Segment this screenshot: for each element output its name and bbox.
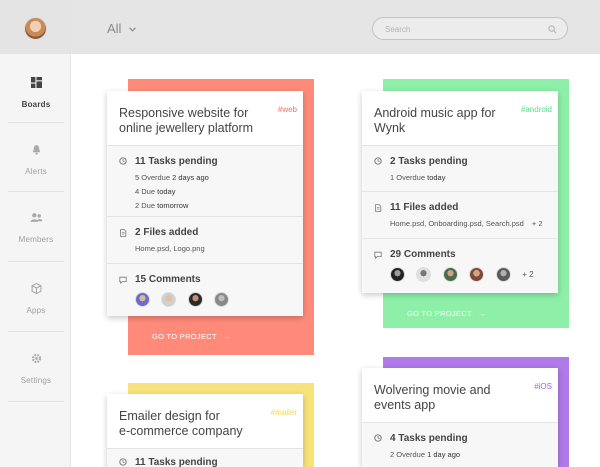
avatar[interactable] (442, 267, 458, 283)
due-today-line: 4 Due today (135, 187, 176, 196)
sidebar-item-boards[interactable]: Boards (8, 77, 64, 112)
comment-icon (374, 251, 382, 259)
avatar[interactable] (214, 292, 230, 308)
comments-section: 15 Comments (107, 264, 303, 315)
overdue-line: 2 Overdue 1 day ago (390, 450, 461, 459)
divider (8, 191, 64, 192)
tasks-pending: 2 Tasks pending (390, 156, 468, 167)
cube-icon (31, 283, 41, 294)
card-title: Responsive website for online jewellery p… (119, 106, 254, 135)
overdue-line: 1 Overdue today (390, 173, 446, 182)
file-names[interactable]: Home.psd, Onboarding.psd, Search.psd + 2 (390, 219, 543, 228)
members-icon (30, 213, 42, 222)
tasks-pending: 11 Tasks pending (135, 457, 218, 467)
sidebar-item-alerts[interactable]: Alerts (8, 144, 64, 179)
filter-label: All (107, 21, 122, 36)
avatar[interactable] (469, 267, 485, 283)
file-icon (120, 229, 127, 237)
avatar[interactable] (416, 267, 432, 283)
files-added: 11 Files added (390, 202, 459, 213)
tasks-pending: 11 Tasks pending (135, 156, 218, 167)
search-box (372, 17, 568, 40)
sidebar-item-apps[interactable]: Apps (8, 283, 64, 318)
card-header: Wolvering movie and events app #iOS (362, 368, 558, 423)
tasks-section: 4 Tasks pending 2 Overdue 1 day ago (362, 423, 558, 467)
file-icon (375, 204, 382, 212)
tasks-section: 11 Tasks pending 5 Overdue 2 days ago 4 … (107, 146, 303, 217)
avatar[interactable] (390, 267, 405, 283)
card-title: Android music app for Wynk (374, 106, 496, 135)
commenter-avatars: + 2 (390, 266, 534, 284)
divider (8, 401, 64, 402)
commenter-avatars (135, 291, 236, 309)
files-section: 11 Files added Home.psd, Onboarding.psd,… (362, 192, 558, 239)
go-to-project-button[interactable]: GO TO PROJECT → (407, 309, 486, 318)
more-files[interactable]: + 2 (532, 219, 543, 228)
filter-dropdown[interactable]: All (107, 21, 137, 36)
search-input[interactable] (385, 22, 535, 36)
card-header: Responsive website for online jewellery p… (107, 91, 303, 146)
clock-icon (119, 157, 127, 165)
files-added: 2 Files added (135, 227, 199, 238)
tasks-section: 2 Tasks pending 1 Overdue today (362, 146, 558, 192)
project-card-ios[interactable]: Wolvering movie and events app #iOS 4 Tas… (362, 368, 558, 467)
sidebar-item-label: Boards (21, 100, 51, 109)
avatar[interactable] (161, 292, 177, 308)
chevron-down-icon (129, 27, 137, 32)
tasks-pending: 4 Tasks pending (390, 433, 468, 444)
project-card-web[interactable]: Responsive website for online jewellery p… (107, 91, 303, 316)
due-tomorrow-line: 2 Due tomorrow (135, 201, 189, 210)
tasks-section: 11 Tasks pending (107, 449, 303, 467)
avatar[interactable] (495, 267, 511, 283)
gear-icon (31, 353, 41, 364)
user-avatar[interactable] (24, 17, 47, 40)
arrow-right-icon: → (477, 309, 486, 318)
avatar[interactable] (135, 292, 150, 308)
divider (8, 331, 64, 332)
project-card-android[interactable]: Android music app for Wynk #android 2 Tas… (362, 91, 558, 293)
comment-icon (119, 276, 127, 284)
sidebar-item-settings[interactable]: Settings (8, 353, 64, 388)
project-card-mailer[interactable]: Emailer design for e-commerce company #ma… (107, 394, 303, 467)
divider (8, 122, 64, 123)
file-names[interactable]: Home.psd, Logo.png (135, 244, 205, 253)
clock-icon (374, 434, 382, 442)
more-commenters[interactable]: + 2 (522, 270, 533, 279)
clock-icon (374, 157, 382, 165)
card-title: Emailer design for e-commerce company (119, 409, 243, 438)
avatar[interactable] (187, 292, 203, 308)
project-tag[interactable]: #mailer (271, 408, 297, 417)
top-bar: All (71, 0, 600, 54)
arrow-right-icon: → (222, 332, 231, 341)
comments-count: 15 Comments (135, 274, 201, 285)
sidebar-item-label: Apps (26, 306, 46, 315)
card-title: Wolvering movie and events app (374, 383, 491, 412)
comments-section: 29 Comments + 2 (362, 239, 558, 292)
project-tag[interactable]: #web (278, 105, 297, 114)
overdue-line: 5 Overdue 2 days ago (135, 173, 209, 182)
bell-icon (32, 145, 40, 155)
card-header: Android music app for Wynk #android (362, 91, 558, 146)
sidebar-item-label: Settings (20, 376, 52, 385)
sidebar: Boards Alerts Members Apps Settings (0, 0, 71, 467)
profile-area (0, 0, 71, 54)
boards-icon (30, 77, 42, 88)
comments-count: 29 Comments (390, 249, 456, 260)
files-section: 2 Files added Home.psd, Logo.png (107, 217, 303, 264)
project-tag[interactable]: #android (521, 105, 552, 114)
go-to-project-button[interactable]: GO TO PROJECT → (152, 332, 231, 341)
sidebar-item-members[interactable]: Members (8, 212, 64, 247)
card-header: Emailer design for e-commerce company #ma… (107, 394, 303, 449)
clock-icon (119, 458, 127, 466)
divider (8, 261, 64, 262)
sidebar-item-label: Members (18, 235, 54, 244)
sidebar-item-label: Alerts (25, 167, 47, 176)
project-tag[interactable]: #iOS (534, 382, 552, 391)
search-icon[interactable] (548, 25, 557, 34)
